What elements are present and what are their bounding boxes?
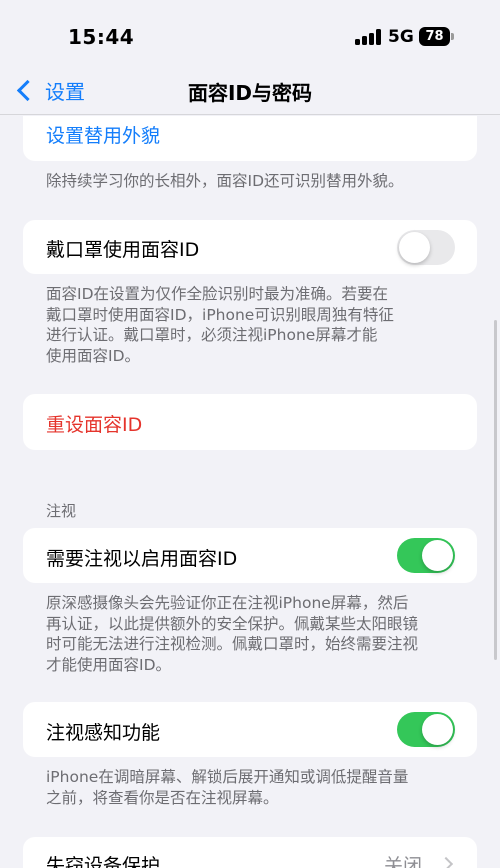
attention-aware-footnote: iPhone在调暗屏幕、解锁后展开通知或调低提醒音量 之前，将查看你是否在注视屏… — [46, 767, 461, 808]
footnote-line: 之前，将查看你是否在注视屏幕。 — [46, 788, 279, 807]
footnote-line: 原深感摄像头会先验证你正在注视iPhone屏幕，然后 — [46, 594, 409, 612]
battery-icon: 78 — [419, 27, 454, 46]
navigation-bar: 设置 面容ID与密码 — [0, 65, 500, 115]
attention-section-header: 注视 — [46, 502, 77, 520]
footnote-line: 再认证，以此提供额外的安全保护。佩戴某些太阳眼镜 — [46, 614, 419, 633]
footnote-line: iPhone在调暗屏幕、解锁后展开通知或调低提醒音量 — [46, 768, 409, 786]
footnote-line: 面容ID在设置为仅作全脸识别时最为准确。若要在 — [46, 285, 389, 303]
chevron-right-icon — [438, 856, 454, 868]
mask-face-id-toggle[interactable] — [397, 230, 455, 265]
mask-face-id-footnote: 面容ID在设置为仅作全脸识别时最为准确。若要在 戴口罩时使用面容ID，iPhon… — [46, 284, 461, 366]
footnote-line: 戴口罩时使用面容ID，iPhone可识别眼周独有特征 — [46, 305, 394, 324]
footnote-line: 才能使用面容ID。 — [46, 655, 172, 674]
network-type-label: 5G — [388, 27, 414, 47]
footnote-line: 使用面容ID。 — [46, 346, 141, 365]
scroll-indicator[interactable] — [494, 320, 497, 660]
alternate-appearance-label: 设置替用外貌 — [46, 125, 161, 147]
battery-level: 78 — [425, 29, 444, 44]
stolen-device-protection-value: 关闭 — [383, 855, 422, 868]
stolen-device-protection-row[interactable]: 失窃设备保护 关闭 — [23, 837, 477, 868]
reset-face-id-button[interactable]: 重设面容ID — [23, 394, 477, 450]
screen: 15:44 5G 78 设置 面容ID与密码 设置替用外貌 除持续学习你的长相外… — [0, 0, 500, 868]
footnote-line: 时可能无法进行注视检测。佩戴口罩时，始终需要注视 — [46, 635, 419, 653]
reset-face-id-label: 重设面容ID — [46, 414, 143, 436]
page-title: 面容ID与密码 — [187, 81, 313, 105]
require-attention-row: 需要注视以启用面容ID — [23, 528, 477, 583]
cellular-signal-icon — [355, 29, 381, 45]
stolen-device-protection-label: 失窃设备保护 — [46, 855, 161, 868]
attention-aware-row: 注视感知功能 — [23, 702, 477, 757]
require-attention-label: 需要注视以启用面容ID — [46, 548, 238, 570]
status-time: 15:44 — [68, 25, 135, 49]
alternate-appearance-row[interactable]: 设置替用外貌 — [23, 116, 477, 161]
attention-aware-label: 注视感知功能 — [46, 722, 161, 744]
footnote-line: 进行认证。戴口罩时，必须注视iPhone屏幕才能 — [46, 326, 378, 344]
require-attention-toggle[interactable] — [397, 538, 455, 573]
alternate-appearance-footnote: 除持续学习你的长相外，面容ID还可识别替用外貌。 — [46, 172, 404, 190]
mask-face-id-row: 戴口罩使用面容ID — [23, 220, 477, 274]
mask-face-id-label: 戴口罩使用面容ID — [46, 239, 200, 261]
status-bar: 15:44 5G 78 — [0, 0, 500, 70]
require-attention-footnote: 原深感摄像头会先验证你正在注视iPhone屏幕，然后 再认证，以此提供额外的安全… — [46, 593, 461, 675]
attention-aware-toggle[interactable] — [397, 712, 455, 747]
